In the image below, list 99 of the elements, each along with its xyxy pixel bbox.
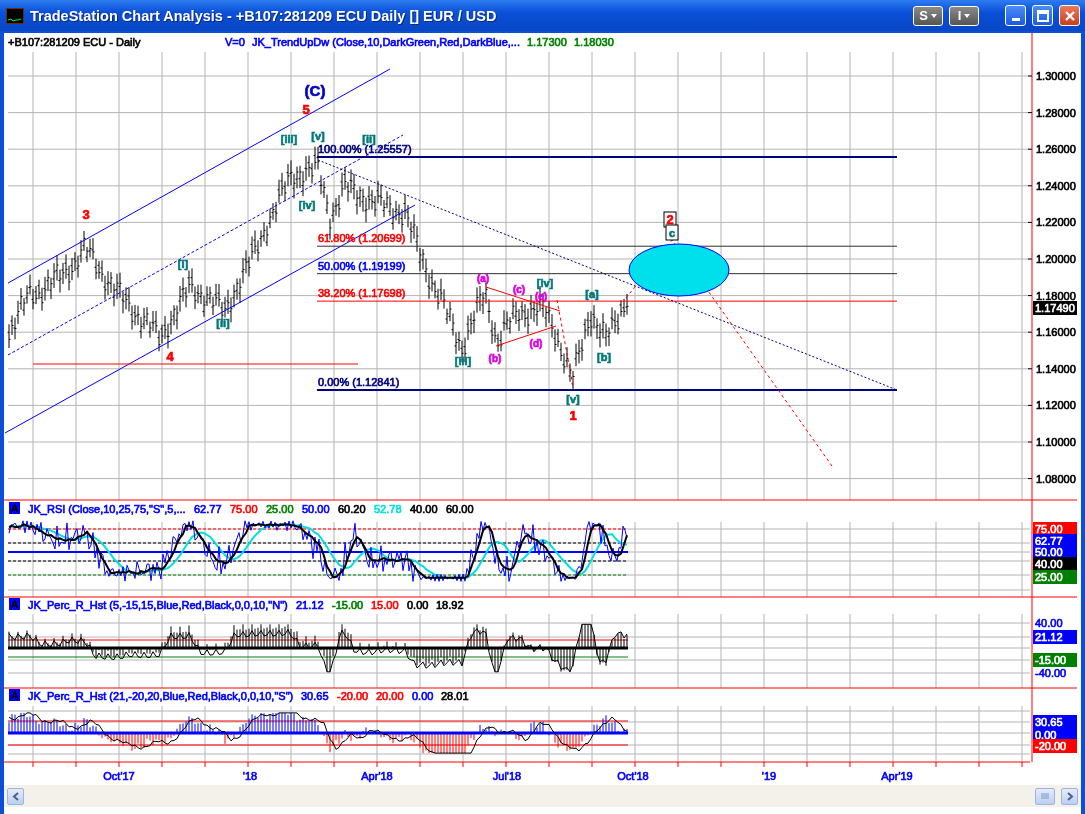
wave-label: (d) <box>529 338 543 349</box>
scroll-left-button[interactable] <box>7 787 24 805</box>
close-button[interactable] <box>1059 5 1080 26</box>
indicator-axis-label: -40.00 <box>1035 667 1067 679</box>
wave-label: (C) <box>304 82 326 99</box>
wave-label: [iv] <box>536 277 554 289</box>
window-title: TradeStation Chart Analysis - +B107:281209 ECU Daily [] EUR / USD <box>30 7 498 24</box>
indicator-badge: A <box>9 598 20 610</box>
study-label: V=0 <box>225 36 245 48</box>
chart-app-icon <box>6 7 24 24</box>
indicator-label: JK_RSI (Close,10,25,75,"S",5,... <box>28 503 186 515</box>
wave-label: [ii] <box>216 317 230 329</box>
study-label: JK_TrendUpDw (Close,10,DarkGreen,Red,DarkBlue,... <box>252 36 520 48</box>
price-axis-label: 1.20000 <box>1036 253 1076 265</box>
indicator-label: 75.00 <box>230 503 258 515</box>
indicator-label: 50.00 <box>302 503 330 515</box>
indicator-label: JK_Perc_R_Hst (5,-15,15,Blue,Red,Black,0,0,10,"N") <box>28 599 288 611</box>
wave-label: [i] <box>177 258 189 270</box>
date-axis-label: Apr'19 <box>881 770 913 782</box>
price-axis-label: 1.08000 <box>1036 472 1076 485</box>
wave-label: [a] <box>585 288 599 300</box>
scrollbar-thumb[interactable] <box>1035 787 1055 805</box>
fibonacci-label: 61.80% (1.20699) <box>318 232 406 244</box>
style-menu-button[interactable]: S <box>913 5 943 26</box>
indicator-value-tag: 21.12 <box>1033 630 1077 644</box>
date-axis-label: Apr'18 <box>361 770 393 782</box>
indicator-label: 25.00 <box>266 503 294 515</box>
minimize-icon <box>1011 18 1020 21</box>
price-axis-label: 1.28000 <box>1036 106 1076 119</box>
date-axis-label: Jul'18 <box>492 770 522 782</box>
indicator-label: JK_Perc_R_Hst (21,-20,20,Blue,Red,Black,0,0,10,"S") <box>28 690 294 702</box>
wave-label: [iii] <box>454 355 472 367</box>
wave-label: (c) <box>512 284 526 295</box>
date-axis-label: Oct'18 <box>617 770 649 782</box>
insert-menu-button[interactable]: I <box>949 5 979 26</box>
grip-icon <box>1040 792 1050 800</box>
price-axis-label: 1.26000 <box>1036 143 1076 156</box>
price-axis-label: 1.12000 <box>1036 399 1076 412</box>
caret-icon <box>930 13 937 18</box>
indicator-label: 60.00 <box>446 503 474 515</box>
indicator-badge: A <box>9 502 20 514</box>
fibonacci-label: 38.20% (1.17698) <box>318 287 406 299</box>
indicator-value-tag: -15.00 <box>1033 653 1077 667</box>
indicator-label: 40.00 <box>410 503 438 515</box>
indicator-label: 30.65 <box>301 690 329 702</box>
maximize-button[interactable] <box>1032 5 1053 26</box>
date-axis-label: Oct'17 <box>103 770 135 782</box>
study-label: 1.18030 <box>574 36 614 48</box>
fibonacci-label: 50.00% (1.19199) <box>318 260 406 272</box>
indicator-label: -15.00 <box>332 599 364 611</box>
wave-label: 5 <box>302 102 310 117</box>
indicator-badge: A <box>9 689 20 701</box>
wave-label: (b) <box>488 353 502 364</box>
indicator-label: 60.20 <box>338 503 366 515</box>
price-axis-label: 1.16000 <box>1036 326 1076 339</box>
wave-label: 3 <box>82 207 90 222</box>
price-axis-label: 1.14000 <box>1036 362 1076 375</box>
indicator-value-tag: 30.65 <box>1033 715 1077 729</box>
indicator-value-tag: -20.00 <box>1033 739 1077 753</box>
fibonacci-label: 0.00% (1.12841) <box>318 376 400 388</box>
wave-label: (a) <box>476 273 490 284</box>
chart-symbol-label: +B107:281209 ECU - Daily <box>8 36 141 48</box>
indicator-value-tag: 25.00 <box>1033 570 1077 584</box>
wave-label: [b] <box>597 351 611 363</box>
maximize-icon <box>1036 9 1049 22</box>
wave-label: c <box>665 224 679 241</box>
indicator-label: 20.00 <box>376 690 404 702</box>
indicator-value-tag: 40.00 <box>1033 557 1077 571</box>
wave-label: [v] <box>311 130 325 142</box>
price-axis-label: 1.24000 <box>1036 179 1076 192</box>
wave-label: (e) <box>534 291 548 302</box>
indicator-label: 62.77 <box>194 503 222 515</box>
date-axis-label: '18 <box>242 770 258 782</box>
price-axis-label: 1.22000 <box>1036 216 1076 229</box>
wave-label: [v] <box>566 393 580 405</box>
wave-label: [iii] <box>280 133 298 145</box>
wave-label: [iv] <box>298 199 316 211</box>
caret-icon <box>964 13 971 18</box>
minimize-button[interactable] <box>1005 5 1026 26</box>
indicator-label: 0.00 <box>412 690 434 702</box>
close-icon <box>1063 9 1076 22</box>
last-price-tag: 1.17490 <box>1033 301 1077 315</box>
study-label: 1.17300 <box>527 36 567 48</box>
indicator-label: 21.12 <box>296 599 324 611</box>
wave-label: 1 <box>569 408 577 423</box>
indicator-label: -20.00 <box>337 690 369 702</box>
indicator-label: 28.01 <box>441 690 469 702</box>
indicator-label: 0.00 <box>407 599 429 611</box>
wave-label: 4 <box>166 349 174 364</box>
price-axis-label: 1.30000 <box>1036 70 1076 82</box>
indicator-axis-label: 40.00 <box>1035 617 1063 629</box>
wave-label: [ii] <box>362 133 376 145</box>
indicator-label: 18.92 <box>436 599 464 611</box>
indicator-label: 15.00 <box>371 599 399 611</box>
indicator-label: 52.78 <box>374 503 402 515</box>
price-axis-label: 1.10000 <box>1036 436 1076 448</box>
price-axis-label: 1.18000 <box>1036 289 1076 302</box>
scroll-right-button[interactable] <box>1061 787 1078 805</box>
date-axis-label: '19 <box>761 770 777 782</box>
